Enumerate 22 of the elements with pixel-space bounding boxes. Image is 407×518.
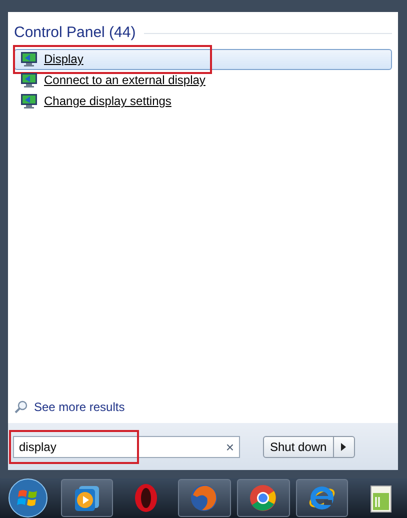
notepad-icon[interactable] (370, 483, 392, 513)
monitor-icon (20, 51, 38, 67)
ring-icon[interactable] (134, 483, 158, 513)
shut-down-options-button[interactable] (334, 436, 355, 458)
monitor-icon (20, 72, 38, 88)
caret-icon (341, 442, 346, 450)
result-item[interactable]: Display (14, 48, 392, 70)
taskbar-button[interactable] (60, 479, 114, 517)
play-icon[interactable] (73, 484, 102, 512)
start-orb-icon[interactable] (8, 478, 48, 518)
result-item[interactable]: Connect to an external display (14, 70, 392, 90)
globe-icon[interactable] (189, 483, 220, 513)
search-icon (14, 400, 28, 414)
see-more-link[interactable]: See more results (14, 397, 392, 417)
taskbar-button[interactable] (236, 479, 290, 517)
section-title: Control Panel (44) (14, 23, 136, 43)
search-field[interactable]: display × (13, 436, 240, 458)
result-item[interactable]: Change display settings (14, 90, 392, 112)
clear-button[interactable]: × (226, 440, 234, 454)
monitor-icon (20, 93, 38, 109)
wheel-icon[interactable] (248, 483, 278, 513)
shut-down-button[interactable]: Shut down (263, 436, 334, 458)
